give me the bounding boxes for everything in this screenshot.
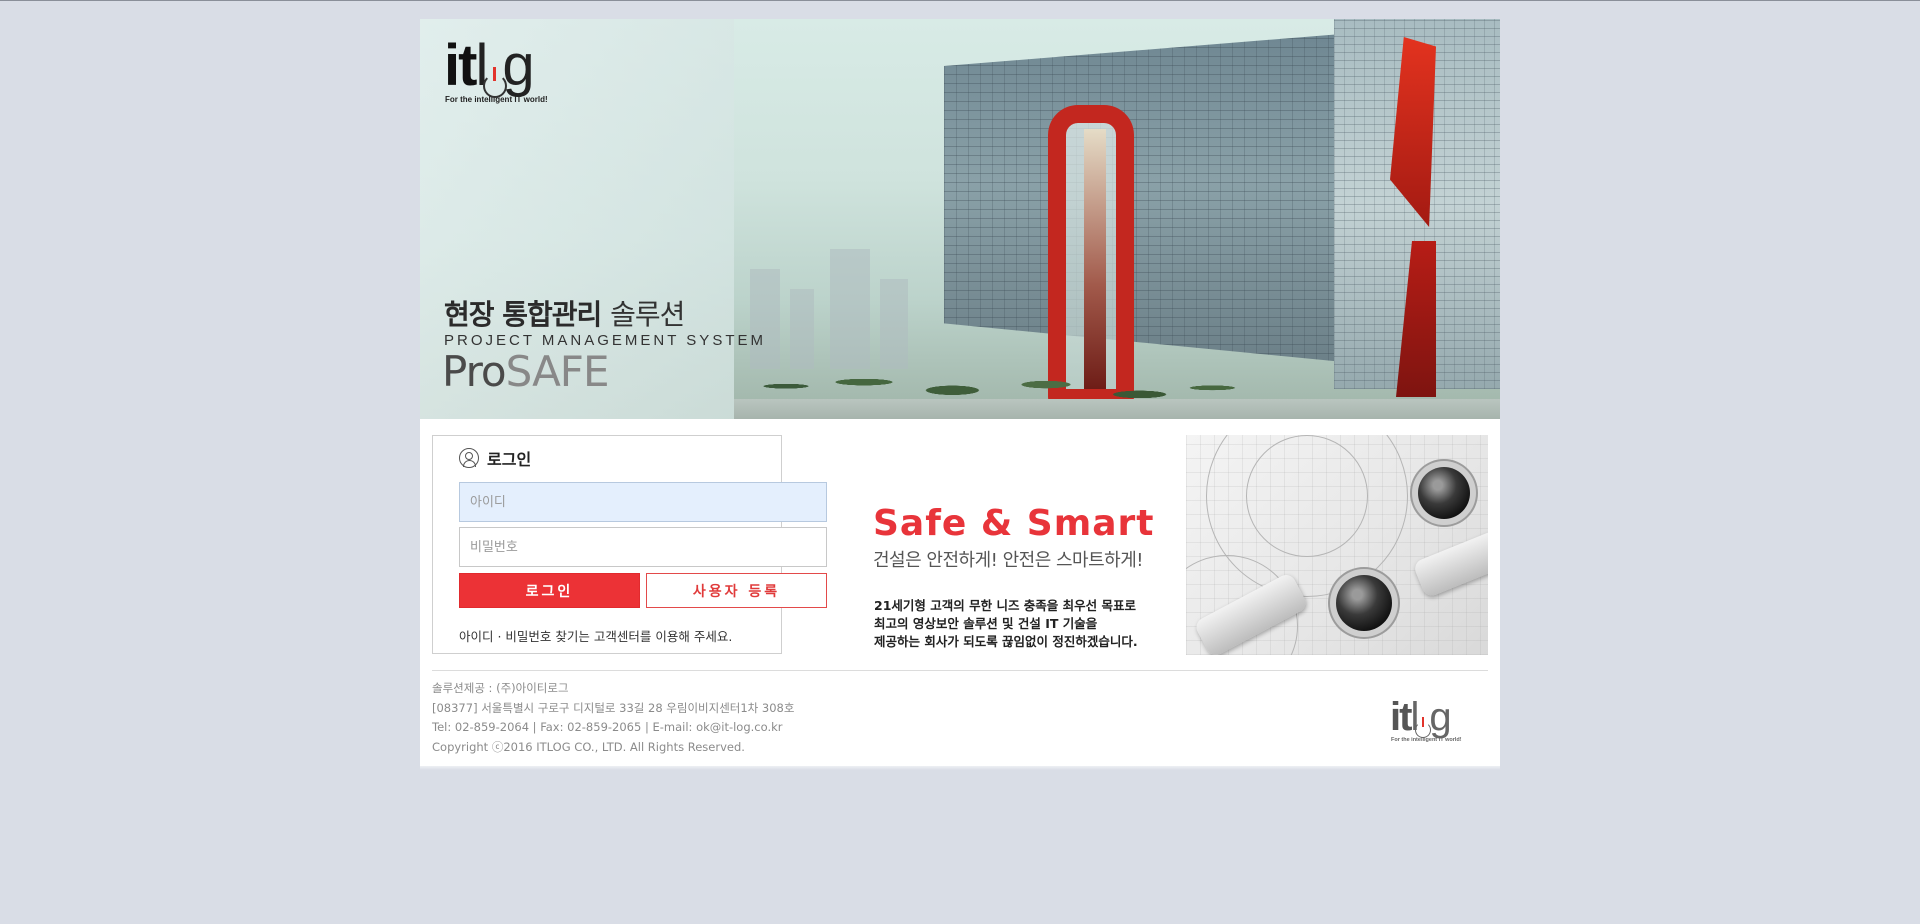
login-help-note: 아이디 · 비밀번호 찾기는 고객센터를 이용해 주세요. [459, 629, 733, 644]
footer-provider: 솔루션제공 : (주)아이티로그 [432, 681, 569, 695]
page-container: it l g For the intelligent IT world! 현장 통합… [420, 19, 1500, 770]
product-name-pro: Pro [442, 347, 507, 396]
dome-camera [1418, 467, 1470, 519]
slogan-description: 21세기형 고객의 무한 니즈 충족을 최우선 목표로 최고의 영상보안 솔루션… [874, 597, 1138, 651]
hero-title-bold: 현장 통합관리 [444, 298, 602, 331]
cctv-camera-image [1186, 435, 1488, 655]
power-icon [1415, 717, 1432, 738]
footer-address: [08377] 서울특별시 구로구 디지털로 33길 28 우림이비지센터1차 … [432, 700, 795, 715]
itlog-logo: it l g For the intelligent IT world! [444, 33, 548, 105]
footer-contact: Tel: 02-859-2064 | Fax: 02-859-2065 | E-… [432, 720, 783, 734]
login-form: 로그인 로그인 사용자 등록 아이디 · 비밀번호 찾기는 고객센터를 이용해 … [432, 435, 827, 654]
password-input[interactable] [459, 527, 827, 567]
register-button[interactable]: 사용자 등록 [646, 573, 827, 608]
logo-it: it [1390, 695, 1412, 739]
id-input[interactable] [459, 482, 827, 522]
login-title: 로그인 [487, 450, 532, 469]
hero-banner: it l g For the intelligent IT world! 현장 통합… [420, 19, 1500, 419]
footer-info: 솔루션제공 : (주)아이티로그 [08377] 서울특별시 구로구 디지털로 … [432, 679, 794, 757]
product-name-safe: SAFE [505, 347, 610, 396]
product-name: ProSAFE [442, 347, 610, 396]
logo-g: g [1429, 695, 1451, 739]
slogan: Safe & Smart 건설은 안전하게! 안전은 스마트하게! [873, 503, 1154, 572]
ground [734, 399, 1500, 419]
bullet-camera [1412, 529, 1488, 599]
slogan-desc-line: 최고의 영상보안 솔루션 및 건설 IT 기술을 [874, 616, 1098, 631]
dome-camera [1336, 575, 1392, 631]
slogan-subtitle: 건설은 안전하게! 안전은 스마트하게! [873, 550, 1144, 571]
hero-title-light: 솔루션 [610, 298, 685, 331]
user-icon [459, 448, 479, 468]
glass-facade [944, 33, 1354, 363]
logo-tagline: For the intelligent IT world! [1391, 737, 1462, 743]
footer-copyright: Copyright ⓒ2016 ITLOG CO., LTD. All Righ… [432, 739, 745, 754]
footer-itlog-logo: it l g For the intelligent IT world! [1390, 697, 1462, 743]
login-header: 로그인 [459, 446, 531, 470]
hero-title: 현장 통합관리 솔루션 [444, 293, 685, 333]
logo-it: it [444, 33, 477, 98]
slogan-desc-line: 제공하는 회사가 되도록 끊임없이 정진하겠습니다. [874, 634, 1138, 649]
footer-divider [432, 670, 1488, 671]
blueprint-circle [1246, 435, 1368, 557]
login-button[interactable]: 로그인 [459, 573, 640, 608]
slogan-desc-line: 21세기형 고객의 무한 니즈 충족을 최우선 목표로 [874, 598, 1137, 613]
page-bottom-edge [420, 766, 1500, 770]
power-icon [483, 67, 508, 98]
slogan-title: Safe & Smart [873, 503, 1155, 544]
